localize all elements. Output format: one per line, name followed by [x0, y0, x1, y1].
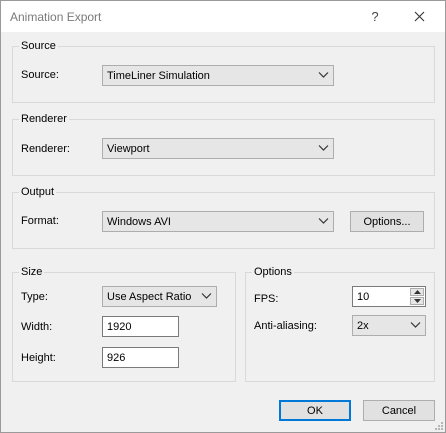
height-input-value: 926: [107, 352, 126, 364]
title-bar[interactable]: Animation Export ?: [1, 1, 445, 32]
chevron-down-icon: [318, 145, 329, 151]
source-group-label: Source: [19, 39, 58, 53]
chevron-down-icon: [410, 322, 421, 328]
resize-grip-icon[interactable]: [433, 420, 443, 430]
animation-export-dialog: Animation Export ? Source Source: TimeLi…: [0, 0, 446, 433]
anti-aliasing-label: Anti-aliasing:: [254, 320, 317, 332]
chevron-down-icon: [318, 72, 329, 78]
width-label: Width:: [21, 321, 53, 333]
fps-label: FPS:: [254, 293, 279, 305]
output-group-label: Output: [19, 185, 57, 199]
anti-aliasing-dropdown-value: 2x: [357, 320, 369, 332]
width-input[interactable]: 1920: [102, 316, 179, 337]
ok-button[interactable]: OK: [279, 400, 351, 421]
chevron-down-icon: [201, 293, 212, 299]
fps-spin-buttons: [410, 288, 424, 305]
fps-spinner[interactable]: 10: [352, 286, 426, 307]
chevron-down-icon: [318, 218, 329, 224]
close-icon: [414, 11, 424, 22]
arrow-up-icon: [413, 290, 421, 294]
width-input-value: 1920: [107, 321, 132, 333]
type-label: Type:: [21, 291, 48, 303]
help-button[interactable]: ?: [353, 1, 397, 32]
output-options-button[interactable]: Options...: [350, 211, 424, 232]
help-icon: ?: [371, 9, 379, 24]
height-label: Height:: [21, 352, 56, 364]
renderer-dropdown-value: Viewport: [107, 143, 150, 155]
format-dropdown[interactable]: Windows AVI: [102, 211, 334, 232]
format-label: Format:: [21, 215, 59, 227]
format-dropdown-value: Windows AVI: [107, 216, 171, 228]
renderer-dropdown[interactable]: Viewport: [102, 138, 334, 159]
height-input[interactable]: 926: [102, 347, 179, 368]
fps-spinner-value: 10: [357, 291, 370, 303]
window-title: Animation Export: [10, 10, 102, 24]
anti-aliasing-dropdown[interactable]: 2x: [352, 315, 426, 336]
source-dropdown-value: TimeLiner Simulation: [107, 70, 210, 82]
fps-decrement-button[interactable]: [410, 297, 424, 305]
size-type-dropdown-value: Use Aspect Ratio: [107, 291, 192, 303]
close-button[interactable]: [397, 1, 441, 32]
fps-increment-button[interactable]: [410, 288, 424, 296]
arrow-down-icon: [413, 299, 421, 303]
source-dropdown[interactable]: TimeLiner Simulation: [102, 65, 334, 86]
renderer-label: Renderer:: [21, 143, 70, 155]
options-group-label: Options: [252, 265, 294, 279]
renderer-group-label: Renderer: [19, 112, 69, 126]
cancel-button[interactable]: Cancel: [363, 400, 435, 421]
size-type-dropdown[interactable]: Use Aspect Ratio: [102, 286, 217, 307]
size-group-label: Size: [19, 265, 45, 279]
source-label: Source:: [21, 69, 59, 81]
